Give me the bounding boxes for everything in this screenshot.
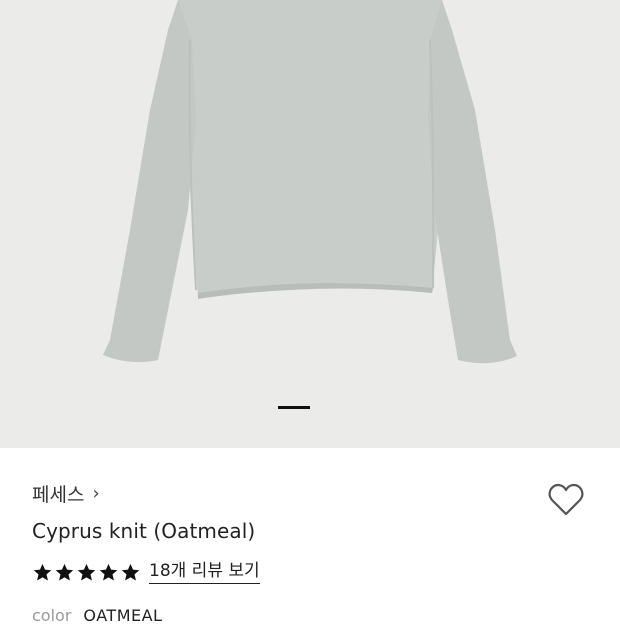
color-option: color OATMEAL [32,606,162,625]
rating-row: 18개 리뷰 보기 [32,562,260,584]
color-label: color [32,606,72,625]
reviews-link[interactable]: 18개 리뷰 보기 [149,562,260,584]
product-image-carousel[interactable] [0,0,620,448]
chevron-right-icon: › [92,482,100,504]
brand-name: 페세스 [32,484,85,506]
carousel-indicator-active[interactable] [278,406,310,409]
star-filled-icon [99,564,118,581]
star-rating [32,562,141,583]
sweater-body [178,0,445,298]
color-value: OATMEAL [83,606,163,625]
star-filled-icon [33,564,52,581]
product-info: 페세스 › Cyprus knit (Oatmeal) 18개 리뷰 보기 co… [0,448,620,625]
star-filled-icon [77,564,96,581]
brand-link[interactable]: 페세스 › [32,480,100,507]
star-filled-icon [121,564,140,581]
heart-outline-icon[interactable] [546,480,586,518]
star-filled-icon [55,564,74,581]
product-name: Cyprus knit (Oatmeal) [32,519,256,543]
product-image [0,0,620,448]
